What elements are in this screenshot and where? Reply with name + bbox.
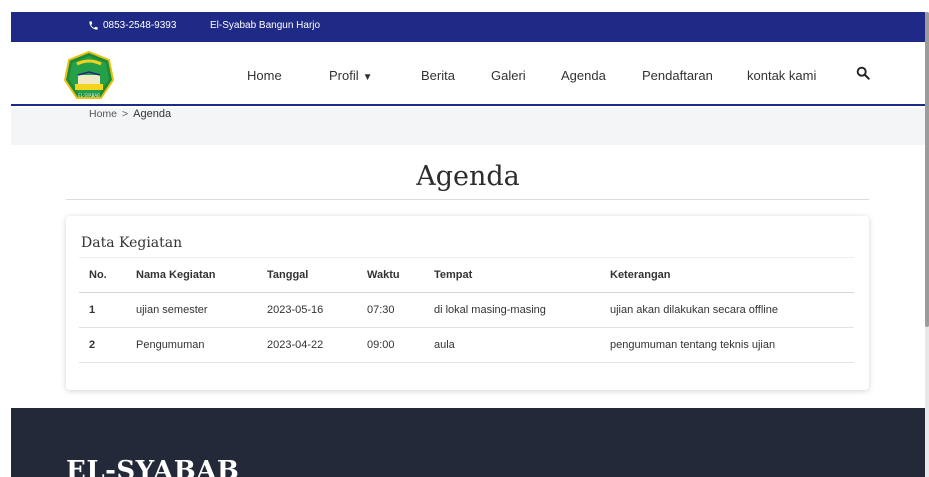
cell-no: 2 (79, 327, 136, 363)
cell-tempat: di lokal masing-masing (434, 292, 610, 328)
agenda-card: Data Kegiatan No. Nama Kegiatan Tanggal … (66, 216, 869, 390)
col-header-keterangan: Keterangan (610, 257, 854, 293)
nav-galeri[interactable]: Galeri (491, 68, 526, 83)
nav-kontak-kami[interactable]: kontak kami (747, 68, 816, 83)
school-name: El-Syabab Bangun Harjo (210, 20, 321, 31)
cell-tempat: aula (434, 327, 610, 363)
cell-keterangan: pengumuman tentang teknis ujian (610, 327, 854, 363)
cell-tanggal: 2023-05-16 (267, 292, 367, 328)
breadcrumb-current: Agenda (133, 108, 172, 120)
phone-icon (89, 21, 98, 30)
search-icon[interactable] (856, 66, 870, 80)
cell-nama: ujian semester (136, 292, 267, 328)
nav-profil[interactable]: Profil ▼ (329, 68, 373, 83)
nav-profil-label: Profil (329, 68, 359, 83)
svg-text:EL-SYABAB: EL-SYABAB (78, 93, 100, 98)
cell-waktu: 07:30 (367, 292, 434, 328)
cell-no: 1 (79, 292, 136, 328)
breadcrumb: Home > Agenda (89, 108, 171, 120)
breadcrumb-home[interactable]: Home (89, 108, 117, 120)
page-title: Agenda (416, 161, 520, 192)
main-navbar: EL-SYABAB Home Profil ▼ Berita Galeri Age… (11, 42, 925, 106)
nav-home[interactable]: Home (247, 68, 282, 83)
col-header-nama: Nama Kegiatan (136, 257, 267, 293)
col-header-tanggal: Tanggal (267, 257, 367, 293)
col-header-no: No. (79, 257, 136, 293)
breadcrumb-band: Home > Agenda (11, 108, 925, 145)
card-title: Data Kegiatan (81, 235, 183, 251)
browser-viewport: 0853-2548-9393 El-Syabab Bangun Harjo EL… (11, 12, 925, 477)
table-header-row: No. Nama Kegiatan Tanggal Waktu Tempat K… (79, 257, 854, 293)
cell-waktu: 09:00 (367, 327, 434, 363)
title-divider (66, 199, 869, 200)
school-logo[interactable]: EL-SYABAB (63, 50, 115, 102)
cell-nama: Pengumuman (136, 327, 267, 363)
cell-keterangan: ujian akan dilakukan secara offline (610, 292, 854, 328)
agenda-table: No. Nama Kegiatan Tanggal Waktu Tempat K… (79, 257, 854, 363)
table-row: 1 ujian semester 2023-05-16 07:30 di lok… (79, 292, 854, 328)
cell-tanggal: 2023-04-22 (267, 327, 367, 363)
vertical-scrollbar-thumb[interactable] (925, 12, 929, 327)
top-contact-bar: 0853-2548-9393 El-Syabab Bangun Harjo (11, 12, 925, 42)
col-header-tempat: Tempat (434, 257, 610, 293)
phone-contact: 0853-2548-9393 (88, 20, 176, 31)
nav-agenda[interactable]: Agenda (561, 68, 606, 83)
breadcrumb-separator: > (122, 108, 129, 120)
caret-down-icon: ▼ (362, 72, 373, 83)
nav-berita[interactable]: Berita (421, 68, 455, 83)
phone-number: 0853-2548-9393 (103, 20, 177, 31)
nav-pendaftaran[interactable]: Pendaftaran (642, 68, 713, 83)
col-header-waktu: Waktu (367, 257, 434, 293)
table-row: 2 Pengumuman 2023-04-22 09:00 aula pengu… (79, 327, 854, 363)
site-footer: EL-SYABAB (11, 408, 925, 477)
footer-brand: EL-SYABAB (66, 456, 240, 477)
